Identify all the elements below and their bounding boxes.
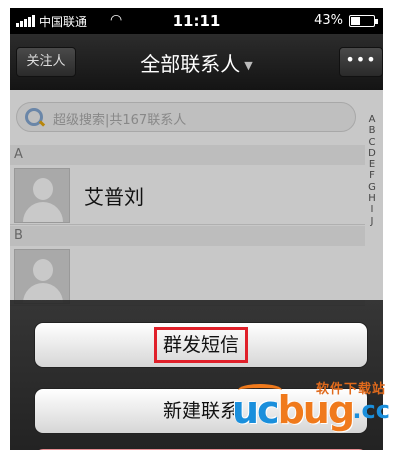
index-letter[interactable]: B <box>365 125 379 136</box>
watermark-logo: ucbug <box>232 388 355 432</box>
logo-suffix: .cc <box>352 396 390 424</box>
dropdown-caret-icon: ▼ <box>244 59 253 72</box>
status-bar: 中国联通 ◠ 11:11 43% <box>10 8 383 34</box>
list-item[interactable]: 艾普刘 <box>10 165 365 225</box>
contact-list: 超级搜索|共167联系人 A B C D E F G H I J A 艾普刘 B <box>10 90 383 306</box>
logo-part-bug: bug <box>277 388 355 432</box>
index-letter[interactable]: C <box>365 137 379 148</box>
page-title[interactable]: 全部联系人 ▼ <box>10 48 383 77</box>
index-letter[interactable]: F <box>365 170 379 181</box>
avatar <box>14 249 70 304</box>
index-letter[interactable]: G <box>365 182 379 193</box>
search-icon <box>25 108 43 126</box>
battery-percent: 43% <box>314 13 343 28</box>
search-placeholder: 超级搜索|共167联系人 <box>53 113 187 128</box>
nav-bar: 关注人 全部联系人 ▼ ••• <box>10 34 383 90</box>
more-button[interactable]: ••• <box>339 47 383 77</box>
index-letter[interactable]: I <box>365 204 379 215</box>
mass-sms-label: 群发短信 <box>153 327 248 363</box>
index-letter[interactable]: E <box>365 159 379 170</box>
avatar <box>14 168 70 223</box>
page-title-text: 全部联系人 <box>140 52 241 76</box>
search-input[interactable]: 超级搜索|共167联系人 <box>16 102 356 132</box>
contact-name: 艾普刘 <box>84 185 144 209</box>
index-letter[interactable]: D <box>365 148 379 159</box>
section-header: B <box>10 226 365 246</box>
index-letter[interactable]: A <box>365 114 379 125</box>
logo-part-uc: uc <box>232 388 280 432</box>
section-header: A <box>10 145 365 165</box>
battery-icon <box>349 15 378 27</box>
site-watermark: 软件下载站 ucbug .cc <box>232 378 392 438</box>
alphabet-index[interactable]: A B C D E F G H I J <box>365 114 379 227</box>
list-item[interactable] <box>10 246 365 306</box>
index-letter[interactable]: H <box>365 193 379 204</box>
index-letter[interactable]: J <box>365 216 379 227</box>
mass-sms-button[interactable]: 群发短信 <box>34 322 368 368</box>
